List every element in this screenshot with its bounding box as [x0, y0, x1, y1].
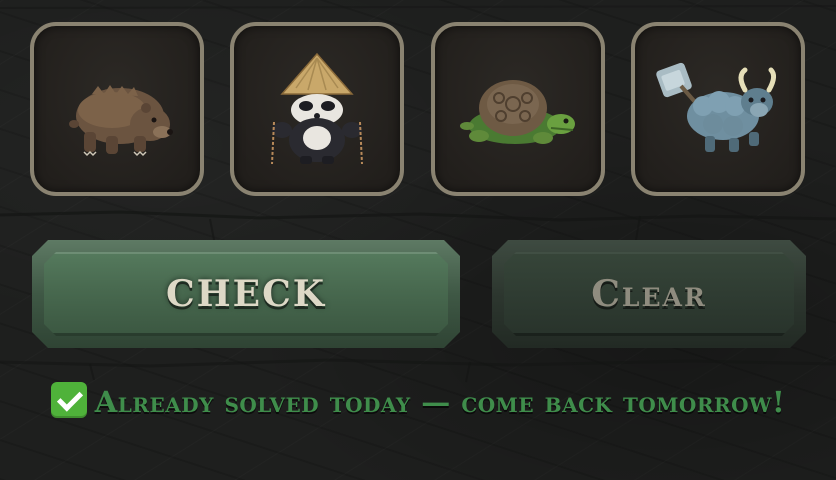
status-text: Already solved today — come back tomorro… — [94, 385, 786, 419]
turtle-icon — [460, 80, 575, 144]
clear-button[interactable]: Clear — [492, 240, 806, 348]
bear-icon — [69, 85, 173, 157]
check-button-label: Check — [165, 273, 327, 315]
check-button[interactable]: Check — [32, 240, 460, 348]
panda-with-straw-hat-icon — [271, 52, 363, 165]
check-mark-icon — [50, 382, 87, 418]
animal-slot-4[interactable] — [631, 22, 805, 196]
animal-slot-2[interactable] — [230, 22, 404, 196]
status-message: Already solved today — come back tomorro… — [40, 380, 796, 424]
clear-button-label: Clear — [591, 273, 707, 315]
animal-slot-3[interactable] — [431, 22, 605, 196]
animal-slots — [30, 22, 808, 198]
animal-slot-1[interactable] — [30, 22, 204, 196]
armored-yak-with-hammer-icon — [656, 62, 777, 152]
